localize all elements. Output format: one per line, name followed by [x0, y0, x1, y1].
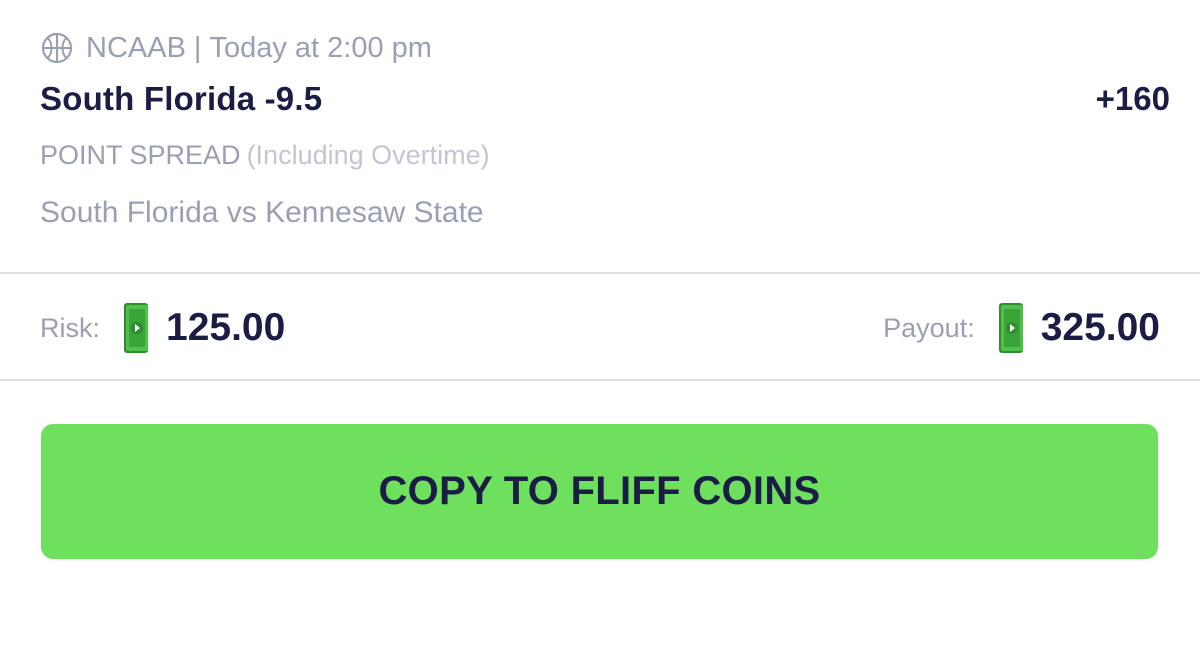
bet-meta-row: NCAAB | Today at 2:00 pm: [40, 28, 432, 68]
bet-slip-card: NCAAB | Today at 2:00 pm South Florida -…: [0, 0, 1200, 657]
risk-amount-group: Risk: 125.00: [40, 300, 285, 356]
start-time: Today at 2:00 pm: [209, 31, 432, 64]
market-type: POINT SPREAD: [40, 140, 241, 170]
league-label: NCAAB: [86, 31, 186, 64]
odds-value: +160: [1095, 80, 1170, 117]
basketball-icon: [41, 32, 73, 64]
cash-icon: [998, 303, 1023, 353]
payout-amount-group: Payout: 325.00: [883, 300, 1160, 356]
divider: [0, 379, 1200, 381]
meta-separator: |: [193, 31, 202, 64]
matchup-label: South Florida vs Kennesaw State: [40, 196, 484, 229]
market-row: POINT SPREAD (Including Overtime): [40, 140, 490, 171]
copy-button-label: COPY TO FLIFF COINS: [378, 469, 821, 513]
copy-to-fliff-coins-button[interactable]: COPY TO FLIFF COINS: [41, 424, 1158, 559]
payout-label: Payout:: [883, 312, 975, 343]
cash-icon: [124, 303, 148, 353]
payout-value: 325.00: [1040, 306, 1160, 349]
market-qualifier: (Including Overtime): [246, 140, 490, 170]
risk-label: Risk:: [40, 312, 100, 343]
pick-title: South Florida -9.5: [40, 80, 323, 117]
divider: [0, 272, 1200, 274]
risk-value: 125.00: [166, 306, 286, 349]
